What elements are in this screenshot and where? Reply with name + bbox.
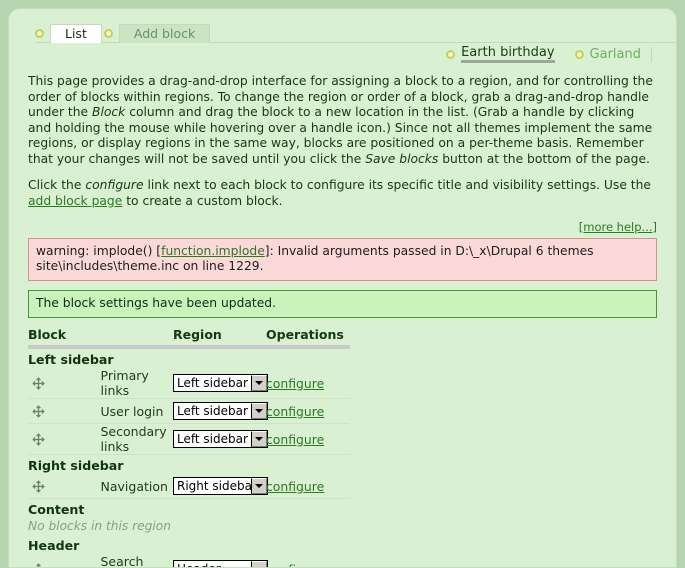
region-select[interactable]: Left sidebar xyxy=(173,402,268,420)
chevron-down-icon[interactable] xyxy=(251,478,267,494)
region-select[interactable]: Header xyxy=(173,560,268,568)
operations-cell: configure xyxy=(266,399,350,424)
table-row: NavigationRight sidebar configure xyxy=(28,474,350,499)
blocks-table-header-row: Block Region Operations xyxy=(28,327,350,347)
help-p2-emphasis-configure: configure xyxy=(85,178,143,192)
region-select-value: Left sidebar xyxy=(174,375,251,391)
region-select[interactable]: Left sidebar xyxy=(173,430,268,448)
region-select[interactable]: Left sidebar xyxy=(173,374,268,392)
region-select-value: Left sidebar xyxy=(174,431,251,447)
tab-garland[interactable]: Garland xyxy=(575,47,652,62)
admin-page-panel: List Add block Earth birthday Garland Th… xyxy=(8,8,677,568)
tab-earth-birthday[interactable]: Earth birthday xyxy=(446,45,564,63)
block-name: User login xyxy=(101,399,174,424)
tab-add-block-label[interactable]: Add block xyxy=(119,24,210,43)
region-select-cell: Header xyxy=(173,554,266,568)
configure-link[interactable]: configure xyxy=(266,479,324,494)
configure-link[interactable]: configure xyxy=(266,376,324,391)
table-row: Primary linksLeft sidebar configure xyxy=(28,368,350,399)
blocks-table-head: Block Region Operations xyxy=(28,327,350,347)
operations-cell: configure xyxy=(266,424,350,455)
help-p2-part-c: to create a custom block. xyxy=(122,194,282,208)
move-handle-icon[interactable] xyxy=(28,554,101,568)
status-message: The block settings have been updated. xyxy=(28,290,657,318)
move-handle-icon[interactable] xyxy=(28,399,101,424)
region-select-cell: Left sidebar xyxy=(173,368,266,399)
help-text: This page provides a drag-and-drop inter… xyxy=(28,74,657,209)
table-row: Search formHeader configure xyxy=(28,554,350,568)
bullet-icon xyxy=(104,29,113,38)
move-handle-icon[interactable] xyxy=(28,424,101,455)
table-row: User loginLeft sidebar configure xyxy=(28,399,350,424)
region-header-row: Left sidebar xyxy=(28,347,350,368)
bullet-icon xyxy=(575,50,584,59)
block-name: Navigation xyxy=(101,474,174,499)
region-title: Content xyxy=(28,499,350,519)
region-title: Header xyxy=(28,535,350,554)
warning-text-a: warning: implode() [ xyxy=(36,244,161,258)
operations-cell: configure xyxy=(266,368,350,399)
column-header-operations: Operations xyxy=(266,327,350,347)
operations-cell: configure xyxy=(266,474,350,499)
chevron-down-icon[interactable] xyxy=(251,375,267,391)
primary-tabs: List Add block xyxy=(35,23,676,42)
region-select[interactable]: Right sidebar xyxy=(173,477,268,495)
configure-link[interactable]: configure xyxy=(266,432,324,447)
help-p1-emphasis-save-blocks: Save blocks xyxy=(365,152,438,166)
more-help-link[interactable]: [more help...] xyxy=(579,220,657,234)
column-header-block: Block xyxy=(28,327,173,347)
region-select-cell: Right sidebar xyxy=(173,474,266,499)
blocks-table: Block Region Operations Left sidebarPrim… xyxy=(28,327,350,568)
help-p2-part-b: link next to each block to configure its… xyxy=(144,178,651,192)
configure-link[interactable]: configure xyxy=(266,404,324,419)
blocks-table-body: Left sidebarPrimary linksLeft sidebarcon… xyxy=(28,347,350,568)
chevron-down-icon[interactable] xyxy=(251,403,267,419)
tab-earth-birthday-label[interactable]: Earth birthday xyxy=(461,45,554,63)
operations-cell: configure xyxy=(266,554,350,568)
chevron-down-icon[interactable] xyxy=(251,561,267,568)
region-select-value: Left sidebar xyxy=(174,403,251,419)
move-handle-icon[interactable] xyxy=(28,474,101,499)
block-name: Secondary links xyxy=(101,424,174,455)
help-p1-emphasis-block: Block xyxy=(92,105,125,119)
tab-list-label[interactable]: List xyxy=(50,24,102,43)
region-select-cell: Left sidebar xyxy=(173,424,266,455)
region-title: Left sidebar xyxy=(28,347,350,368)
region-header-row: Header xyxy=(28,535,350,554)
function-implode-link[interactable]: function.implode xyxy=(161,244,265,258)
move-handle-icon[interactable] xyxy=(28,368,101,399)
more-help-container: [more help...] xyxy=(28,220,657,234)
help-p1-part-c: button at the bottom of the page. xyxy=(438,152,650,166)
bullet-icon xyxy=(35,29,44,38)
chevron-down-icon[interactable] xyxy=(251,431,267,447)
bullet-icon xyxy=(446,50,455,59)
help-paragraph-2: Click the configure link next to each bl… xyxy=(28,178,657,209)
region-header-row: Right sidebar xyxy=(28,455,350,475)
tab-garland-label[interactable]: Garland xyxy=(590,47,641,62)
secondary-tabs: Earth birthday Garland xyxy=(9,44,676,64)
region-select-value: Right sidebar xyxy=(174,478,251,494)
region-header-row: Content xyxy=(28,499,350,519)
add-block-page-link[interactable]: add block page xyxy=(28,194,122,208)
block-name: Search form xyxy=(101,554,174,568)
region-select-cell: Left sidebar xyxy=(173,399,266,424)
block-name: Primary links xyxy=(101,368,174,399)
region-select-value: Header xyxy=(174,561,251,568)
column-header-region: Region xyxy=(173,327,266,347)
warning-message: warning: implode() [function.implode]: I… xyxy=(28,238,657,281)
region-empty-text: No blocks in this region xyxy=(28,518,350,535)
help-paragraph-1: This page provides a drag-and-drop inter… xyxy=(28,74,657,167)
tab-list[interactable]: List xyxy=(35,24,102,42)
region-empty-row: No blocks in this region xyxy=(28,518,350,535)
tab-add-block[interactable]: Add block xyxy=(104,24,210,42)
table-row: Secondary linksLeft sidebar configure xyxy=(28,424,350,455)
configure-link[interactable]: configure xyxy=(266,562,324,568)
region-title: Right sidebar xyxy=(28,455,350,475)
help-p2-part-a: Click the xyxy=(28,178,85,192)
